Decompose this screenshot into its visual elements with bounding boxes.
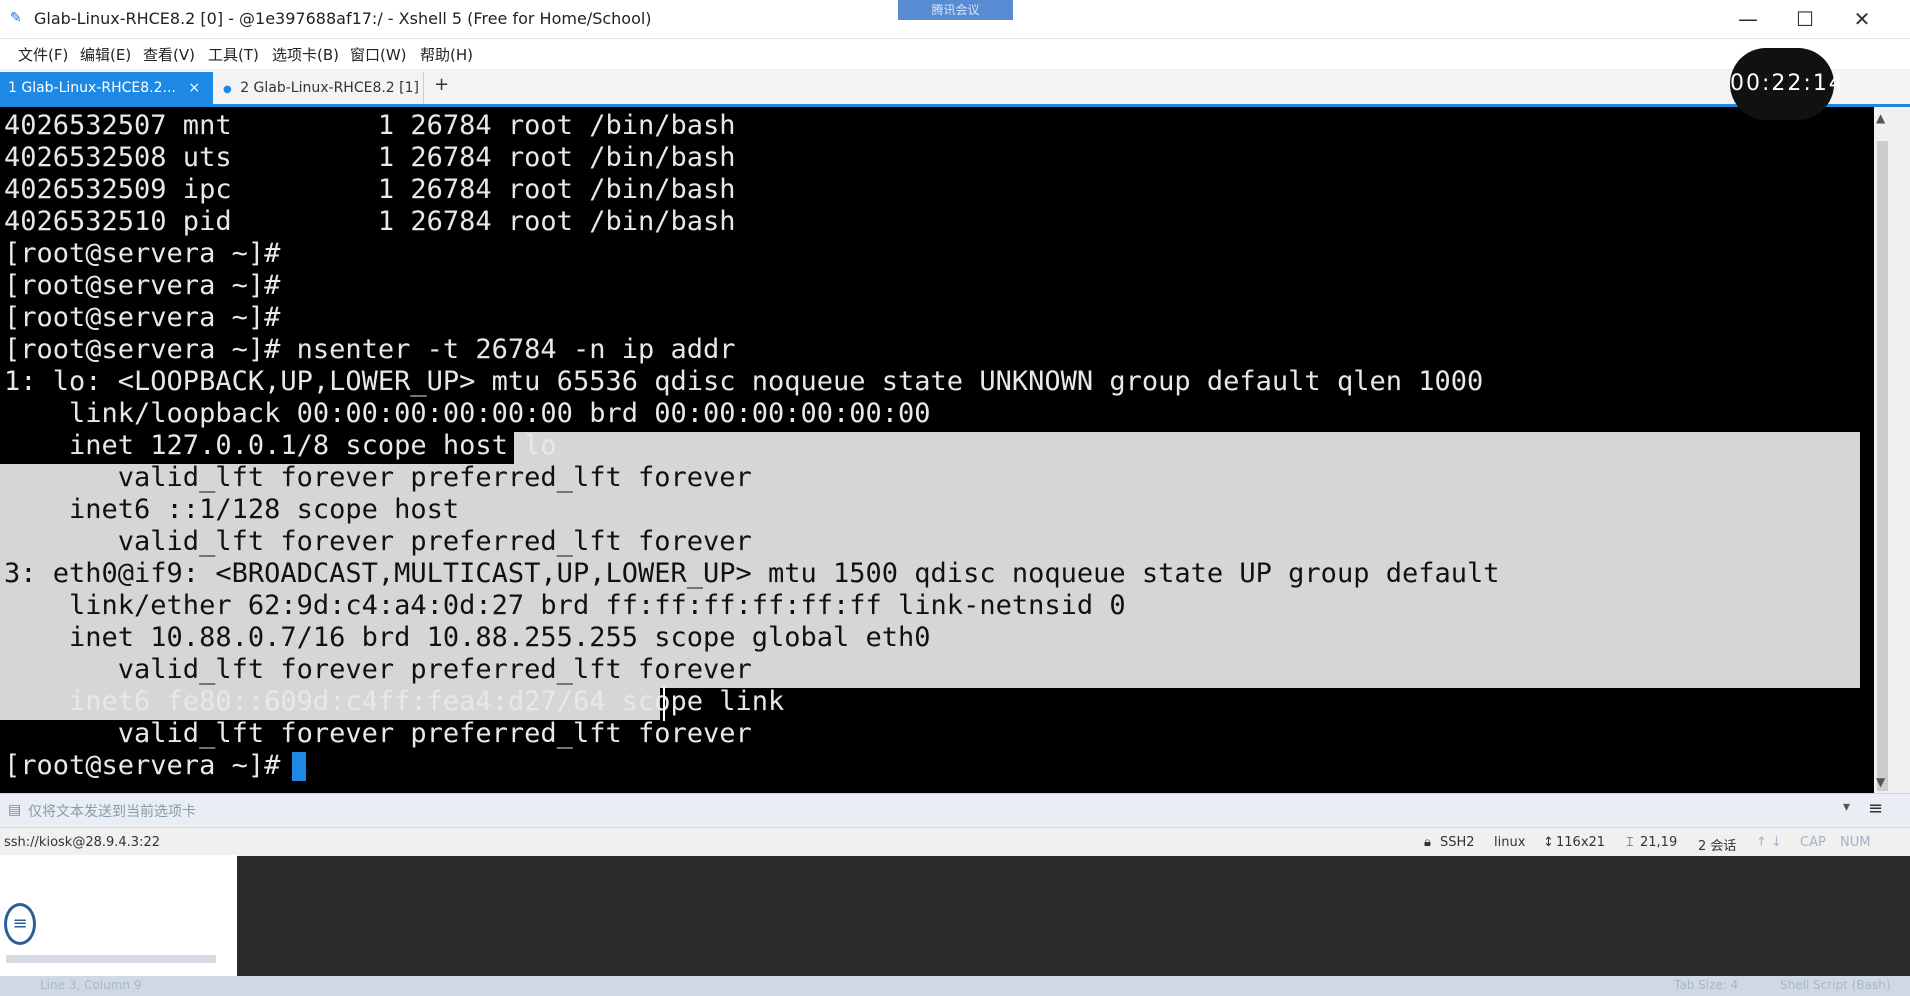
terminal-screen[interactable]: 4026532507 mnt 1 26784 root /bin/bash 40… [0,107,1874,793]
terminal-line: valid_lft forever preferred_lft forever [4,526,752,557]
new-tab-button[interactable]: + [434,74,449,95]
terminal-size-icon: ↕ [1543,835,1554,850]
scroll-down-arrow-icon[interactable]: ▼ [1876,775,1885,789]
recording-timer-bubble[interactable]: 00:22:14 [1730,48,1843,120]
menu-view[interactable]: 查看(V) [143,44,195,65]
app-logo-icon: ≡ [4,903,36,945]
maximize-button[interactable]: ☐ [1777,0,1833,38]
meeting-overlay-badge[interactable]: 腾讯会议 [898,0,1013,20]
terminal-line: [root@servera ~]# [4,302,281,333]
minimize-button[interactable]: — [1720,0,1776,38]
status-sessions: 2 会话 [1698,839,1737,854]
close-button[interactable]: ✕ [1834,0,1890,38]
editor-syntax[interactable]: Shell Script (Bash) [1780,978,1891,992]
menu-window[interactable]: 窗口(W) [350,44,407,65]
menu-edit[interactable]: 编辑(E) [80,44,131,65]
status-bar: ssh://kiosk@28.9.4.3:22 🔒︎ SSH2 linux ↕ … [0,827,1910,856]
terminal-line: link/ether 62:9d:c4:a4:0d:27 brd ff:ff:f… [4,590,1126,621]
terminal-output: 4026532507 mnt 1 26784 root /bin/bash 40… [4,110,1500,782]
background-editor-panel: ≡ [0,855,237,976]
tab-label: 2 Glab-Linux-RHCE8.2 [1] [240,80,419,96]
terminal-line: inet6 ::1/128 scope host [4,494,460,525]
status-terminal-size: 116x21 [1556,835,1606,850]
xshell-app-icon: ✎ [10,10,22,26]
terminal-line: [root@servera ~]# nsenter -t 26784 -n ip… [4,334,736,365]
terminal-line: valid_lft forever preferred_lft forever [4,462,752,493]
terminal-line: [root@servera ~]# [4,238,281,269]
terminal-line: inet6 fe80::609d:c4ff:fea4:d27/64 scope … [4,686,785,717]
xshell-window: ✎ Glab-Linux-RHCE8.2 [0] - @1e397688af17… [0,0,1910,856]
terminal-line: [root@servera ~]# [4,270,281,301]
status-connection: ssh://kiosk@28.9.4.3:22 [4,835,160,850]
terminal-line: 1: lo: <LOOPBACK,UP,LOWER_UP> mtu 65536 … [4,366,1484,397]
terminal-line: link/loopback 00:00:00:00:00:00 brd 00:0… [4,398,931,429]
terminal-line: valid_lft forever preferred_lft forever [4,654,752,685]
window-title: Glab-Linux-RHCE8.2 [0] - @1e397688af17:/… [34,9,652,28]
menu-file[interactable]: 文件(F) [18,44,68,65]
compose-bar[interactable]: ▤ 仅将文本发送到当前选项卡 ▾ ≡ [0,793,1910,827]
menu-tabs[interactable]: 选项卡(B) [272,44,339,65]
status-caps-lock: CAP [1800,835,1826,850]
terminal-line: 4026532508 uts 1 26784 root /bin/bash [4,142,736,173]
terminal-scrollbar[interactable]: ▲ ▼ [1874,107,1891,793]
terminal-line: 4026532510 pid 1 26784 root /bin/bash [4,206,736,237]
scrollbar-thumb[interactable] [1877,141,1888,791]
menu-icon[interactable]: ≡ [1868,798,1883,819]
editor-tab-size[interactable]: Tab Size: 4 [1674,978,1738,992]
terminal-cursor [292,752,306,781]
tab-session-2[interactable]: ● 2 Glab-Linux-RHCE8.2 [1] [215,72,424,104]
mouse-ibeam-cursor [663,687,665,721]
terminal-line: 4026532509 ipc 1 26784 root /bin/bash [4,174,736,205]
send-to-session-icon[interactable]: ▤ [8,802,21,818]
transfer-arrows-icon: ↑ ↓ [1756,835,1782,850]
background-editor-status-bar: Line 3, Column 9 Tab Size: 4 Shell Scrip… [0,976,1910,996]
session-tab-bar: 1 Glab-Linux-RHCE8.2... × ● 2 Glab-Linux… [0,70,1910,107]
menu-tools[interactable]: 工具(T) [208,44,259,65]
terminal-line: 3: eth0@if9: <BROADCAST,MULTICAST,UP,LOW… [4,558,1500,589]
terminal-line: inet 127.0.0.1/8 scope host lo [4,430,557,461]
status-protocol: SSH2 [1440,835,1475,850]
cursor-position-icon: ⌶ [1626,835,1634,850]
tab-label: 1 Glab-Linux-RHCE8.2... [8,80,176,96]
terminal-line: valid_lft forever preferred_lft forever [4,718,752,749]
tab-close-icon[interactable]: × [188,80,200,96]
status-terminal-type: linux [1494,835,1526,850]
chevron-down-icon[interactable]: ▾ [1843,799,1850,815]
terminal-line: [root@servera ~]# [4,750,297,781]
panel-divider [6,955,216,963]
tab-status-dot-icon: ● [223,84,232,95]
terminal-line: 4026532507 mnt 1 26784 root /bin/bash [4,110,736,141]
terminal-line: inet 10.88.0.7/16 brd 10.88.255.255 scop… [4,622,931,653]
editor-line-column: Line 3, Column 9 [40,978,142,992]
scroll-up-arrow-icon[interactable]: ▲ [1876,111,1885,125]
status-cursor-position: 21,19 [1640,835,1678,850]
status-num-lock: NUM [1840,835,1871,850]
lock-icon: 🔒︎ [1424,835,1431,850]
menu-bar: 文件(F) 编辑(E) 查看(V) 工具(T) 选项卡(B) 窗口(W) 帮助(… [0,39,1910,69]
menu-help[interactable]: 帮助(H) [420,44,473,65]
tab-session-1[interactable]: 1 Glab-Linux-RHCE8.2... × [0,72,213,104]
compose-bar-text: 仅将文本发送到当前选项卡 [28,804,196,820]
